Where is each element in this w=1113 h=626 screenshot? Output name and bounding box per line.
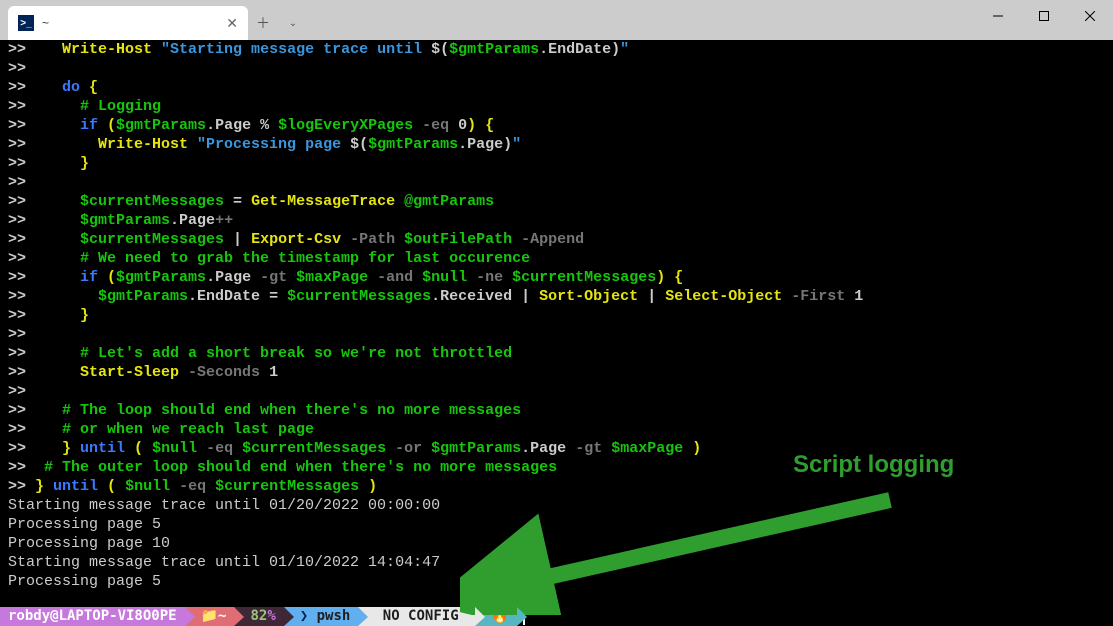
active-tab[interactable]: >_ ~ ✕ [8,6,248,40]
terminal-area[interactable]: >> Write-Host "Starting message trace un… [0,40,1113,626]
status-user-segment: robdy@LAPTOP-VI8O0PE [0,607,185,626]
code-line: >> Start-Sleep -Seconds 1 [8,363,1105,382]
code-line: >> if ($gmtParams.Page -gt $maxPage -and… [8,268,1105,287]
status-shell-segment: ❯ pwsh [284,607,359,626]
code-line: >> } [8,306,1105,325]
code-line: >> # Let's add a short break so we're no… [8,344,1105,363]
code-line: >> $gmtParams.EndDate = $currentMessages… [8,287,1105,306]
close-window-button[interactable] [1067,0,1113,32]
title-bar: >_ ~ ✕ ＋ ⌄ [0,0,1113,40]
code-line: >> # Logging [8,97,1105,116]
code-line: >> Write-Host "Starting message trace un… [8,40,1105,59]
code-line: >> # The loop should end when there's no… [8,401,1105,420]
close-tab-icon[interactable]: ✕ [226,15,238,32]
code-line: >> [8,59,1105,78]
code-line: >> } until ( $null -eq $currentMessages … [8,439,1105,458]
output-line: Processing page 5 [8,515,1105,534]
tab-dropdown-icon[interactable]: ⌄ [278,6,308,40]
output-line: Processing page 10 [8,534,1105,553]
maximize-button[interactable] [1021,0,1067,32]
code-block: >> Write-Host "Starting message trace un… [8,40,1105,496]
code-line: >> # or when we reach last page [8,420,1105,439]
status-bar: robdy@LAPTOP-VI8O0PE 📁 ~ 82% ❯ pwsh NO C… [0,607,1113,626]
window-controls [975,0,1113,32]
code-line: >> [8,325,1105,344]
code-line: >> $gmtParams.Page++ [8,211,1105,230]
code-line: >> if ($gmtParams.Page % $logEveryXPages… [8,116,1105,135]
code-line: >> do { [8,78,1105,97]
code-line: >> # We need to grab the timestamp for l… [8,249,1105,268]
output-line: Processing page 5 [8,572,1105,591]
code-line: >> $currentMessages | Export-Csv -Path $… [8,230,1105,249]
powershell-icon: >_ [18,15,34,31]
code-line: >> [8,382,1105,401]
output-line: Starting message trace until 01/20/2022 … [8,496,1105,515]
minimize-button[interactable] [975,0,1021,32]
output-line: Starting message trace until 01/10/2022 … [8,553,1105,572]
tab-title: ~ [42,16,49,30]
code-line: >> $currentMessages = Get-MessageTrace @… [8,192,1105,211]
code-line: >> } until ( $null -eq $currentMessages … [8,477,1105,496]
status-config-segment: NO CONFIG [358,607,475,626]
code-line: >> Write-Host "Processing page $($gmtPar… [8,135,1105,154]
code-line: >> [8,173,1105,192]
code-line: >> # The outer loop should end when ther… [8,458,1105,477]
new-tab-button[interactable]: ＋ [248,6,278,40]
code-line: >> } [8,154,1105,173]
output-block: Starting message trace until 01/20/2022 … [8,496,1105,591]
